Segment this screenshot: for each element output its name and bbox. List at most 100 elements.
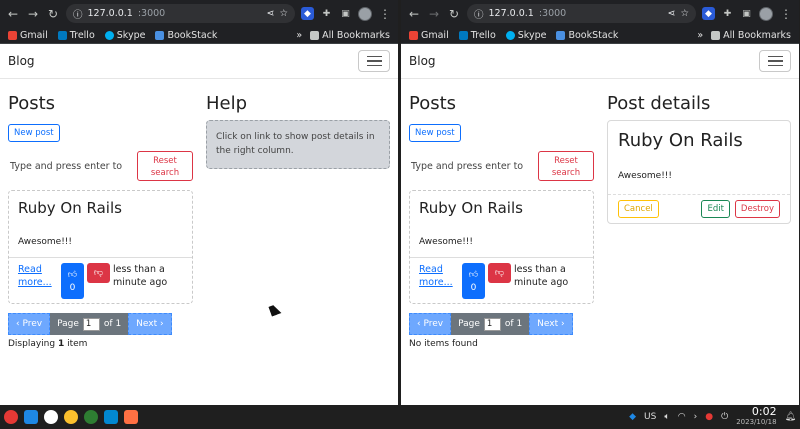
mongodb-app-icon[interactable] <box>84 410 98 424</box>
dislike-button[interactable]: 👎︎ <box>87 263 110 283</box>
extension-icon[interactable]: ◆ <box>702 7 715 20</box>
all-bookmarks[interactable]: All Bookmarks <box>711 30 791 41</box>
profile-avatar[interactable] <box>358 6 372 21</box>
search-input[interactable]: Type and press enter to <box>8 153 131 180</box>
url-port: :3000 <box>538 8 567 19</box>
forward-icon[interactable]: → <box>26 7 40 21</box>
back-icon[interactable]: ← <box>407 7 421 21</box>
read-more-link[interactable]: Read more... <box>419 263 459 289</box>
new-post-button[interactable]: New post <box>409 124 461 142</box>
status-suffix: item <box>67 339 88 349</box>
detail-actions: Cancel Edit Destroy <box>608 194 790 223</box>
reset-search-button[interactable]: Reset search <box>538 151 594 181</box>
bookmark-trello[interactable]: Trello <box>57 30 95 41</box>
browser-window-right: ← → ↻ ⓘ 127.0.0.1:3000 ⋖ ☆ ◆ ✚ ▣ ⋮ Gmail… <box>401 0 799 405</box>
prev-page-button[interactable]: ‹ Prev <box>409 313 452 335</box>
bookmarks-overflow[interactable]: » <box>296 30 302 41</box>
puzzle-icon[interactable]: ✚ <box>721 7 734 20</box>
reload-icon[interactable]: ↻ <box>447 7 461 21</box>
status-count: 1 <box>57 339 65 349</box>
record-icon[interactable]: ● <box>705 412 713 422</box>
bookmark-gmail[interactable]: Gmail <box>8 30 48 41</box>
new-post-button[interactable]: New post <box>8 124 60 142</box>
extension-icon[interactable]: ◆ <box>301 7 314 20</box>
bookmark-gmail[interactable]: Gmail <box>409 30 449 41</box>
gmail-icon <box>409 30 418 40</box>
cancel-button[interactable]: Cancel <box>618 200 659 218</box>
wifi-icon[interactable]: ◠ <box>678 412 686 422</box>
browser-toolbar: ← → ↻ ⓘ 127.0.0.1:3000 ⋖ ☆ ◆ ✚ ▣ ⋮ <box>401 0 799 27</box>
site-info-icon[interactable]: ⓘ <box>474 7 484 21</box>
page-number-input[interactable]: 1 <box>82 317 100 331</box>
bookmark-bookstack[interactable]: BookStack <box>155 30 217 41</box>
star-icon[interactable]: ☆ <box>279 8 288 19</box>
profile-avatar[interactable] <box>759 6 773 21</box>
sidepanel-icon[interactable]: ▣ <box>339 7 352 20</box>
navbar-toggler-icon[interactable] <box>358 50 390 72</box>
bookmarks-bar: Gmail Trello Skype BookStack » All Bookm… <box>401 27 799 44</box>
bookmark-bookstack[interactable]: BookStack <box>556 30 618 41</box>
menu-kebab-icon[interactable]: ⋮ <box>378 7 392 21</box>
site-info-icon[interactable]: ⓘ <box>73 7 83 21</box>
menu-kebab-icon[interactable]: ⋮ <box>779 7 793 21</box>
posts-heading: Posts <box>8 93 56 114</box>
star-icon[interactable]: ☆ <box>680 8 689 19</box>
bookmark-trello[interactable]: Trello <box>458 30 496 41</box>
post-card: Ruby On Rails Awesome!!! Read more... 👍︎… <box>8 190 193 304</box>
next-page-button[interactable]: Next › <box>529 313 573 335</box>
clock[interactable]: 0:02 2023/10/18 <box>736 406 777 427</box>
all-bookmarks[interactable]: All Bookmarks <box>310 30 390 41</box>
post-body: Awesome!!! <box>419 237 474 247</box>
page-label: Page <box>57 319 79 329</box>
tray-app-icon[interactable]: ◆ <box>629 412 636 422</box>
sublime-app-icon[interactable] <box>124 410 138 424</box>
search-input[interactable]: Type and press enter to <box>409 153 532 180</box>
bookmark-skype[interactable]: Skype <box>104 30 145 41</box>
like-button[interactable]: 👍︎ 0 <box>462 263 485 299</box>
bookmark-label: Gmail <box>421 29 449 41</box>
reload-icon[interactable]: ↻ <box>46 7 60 21</box>
address-bar[interactable]: ⓘ 127.0.0.1:3000 ⋖ ☆ <box>66 4 295 23</box>
thumbs-up-icon: 👍︎ <box>468 269 479 280</box>
system-tray: ◆ US 🔈︎ ◠ › ● ⏻ 0:02 2023/10/18 🔔︎ <box>629 406 796 427</box>
navbar-brand[interactable]: Blog <box>409 54 436 68</box>
desktop: ← → ↻ ⓘ 127.0.0.1:3000 ⋖ ☆ ◆ ✚ ▣ ⋮ Gmail… <box>0 0 800 429</box>
sidepanel-icon[interactable]: ▣ <box>740 7 753 20</box>
tray-overflow-icon[interactable]: › <box>694 412 698 422</box>
files-app-icon[interactable] <box>24 410 38 424</box>
reset-search-button[interactable]: Reset search <box>137 151 193 181</box>
power-icon[interactable]: ⏻ <box>721 412 728 422</box>
navbar-brand[interactable]: Blog <box>8 54 35 68</box>
back-icon[interactable]: ← <box>6 7 20 21</box>
clock-date: 2023/10/18 <box>736 418 777 426</box>
read-more-link[interactable]: Read more... <box>18 263 58 289</box>
puzzle-icon[interactable]: ✚ <box>320 7 333 20</box>
volume-icon[interactable]: 🔈︎ <box>664 412 669 422</box>
bookmark-skype[interactable]: Skype <box>505 30 546 41</box>
post-detail-card: Ruby On Rails Awesome!!! Cancel Edit Des… <box>607 120 791 224</box>
post-title: Ruby On Rails <box>419 199 523 217</box>
navbar-toggler-icon[interactable] <box>759 50 791 72</box>
prev-page-button[interactable]: ‹ Prev <box>8 313 51 335</box>
like-button[interactable]: 👍︎ 0 <box>61 263 84 299</box>
dislike-button[interactable]: 👎︎ <box>488 263 511 283</box>
share-icon[interactable]: ⋖ <box>668 8 676 19</box>
share-icon[interactable]: ⋖ <box>267 8 275 19</box>
trello-icon <box>458 30 468 40</box>
input-language[interactable]: US <box>644 412 656 422</box>
edit-button[interactable]: Edit <box>701 200 730 218</box>
app-navbar: Blog <box>0 44 398 79</box>
next-page-button[interactable]: Next › <box>128 313 172 335</box>
address-bar[interactable]: ⓘ 127.0.0.1:3000 ⋖ ☆ <box>467 4 696 23</box>
vscode-app-icon[interactable] <box>104 410 118 424</box>
chrome-app-icon[interactable] <box>64 410 78 424</box>
bookmarks-overflow[interactable]: » <box>697 30 703 41</box>
slack-app-icon[interactable] <box>44 410 58 424</box>
page-number-input[interactable]: 1 <box>483 317 501 331</box>
url-port: :3000 <box>137 8 166 19</box>
like-count: 0 <box>470 282 477 293</box>
destroy-button[interactable]: Destroy <box>734 200 780 218</box>
launcher-icon[interactable] <box>4 410 18 424</box>
forward-icon[interactable]: → <box>427 7 441 21</box>
notifications-icon[interactable]: 🔔︎ <box>785 412 796 422</box>
